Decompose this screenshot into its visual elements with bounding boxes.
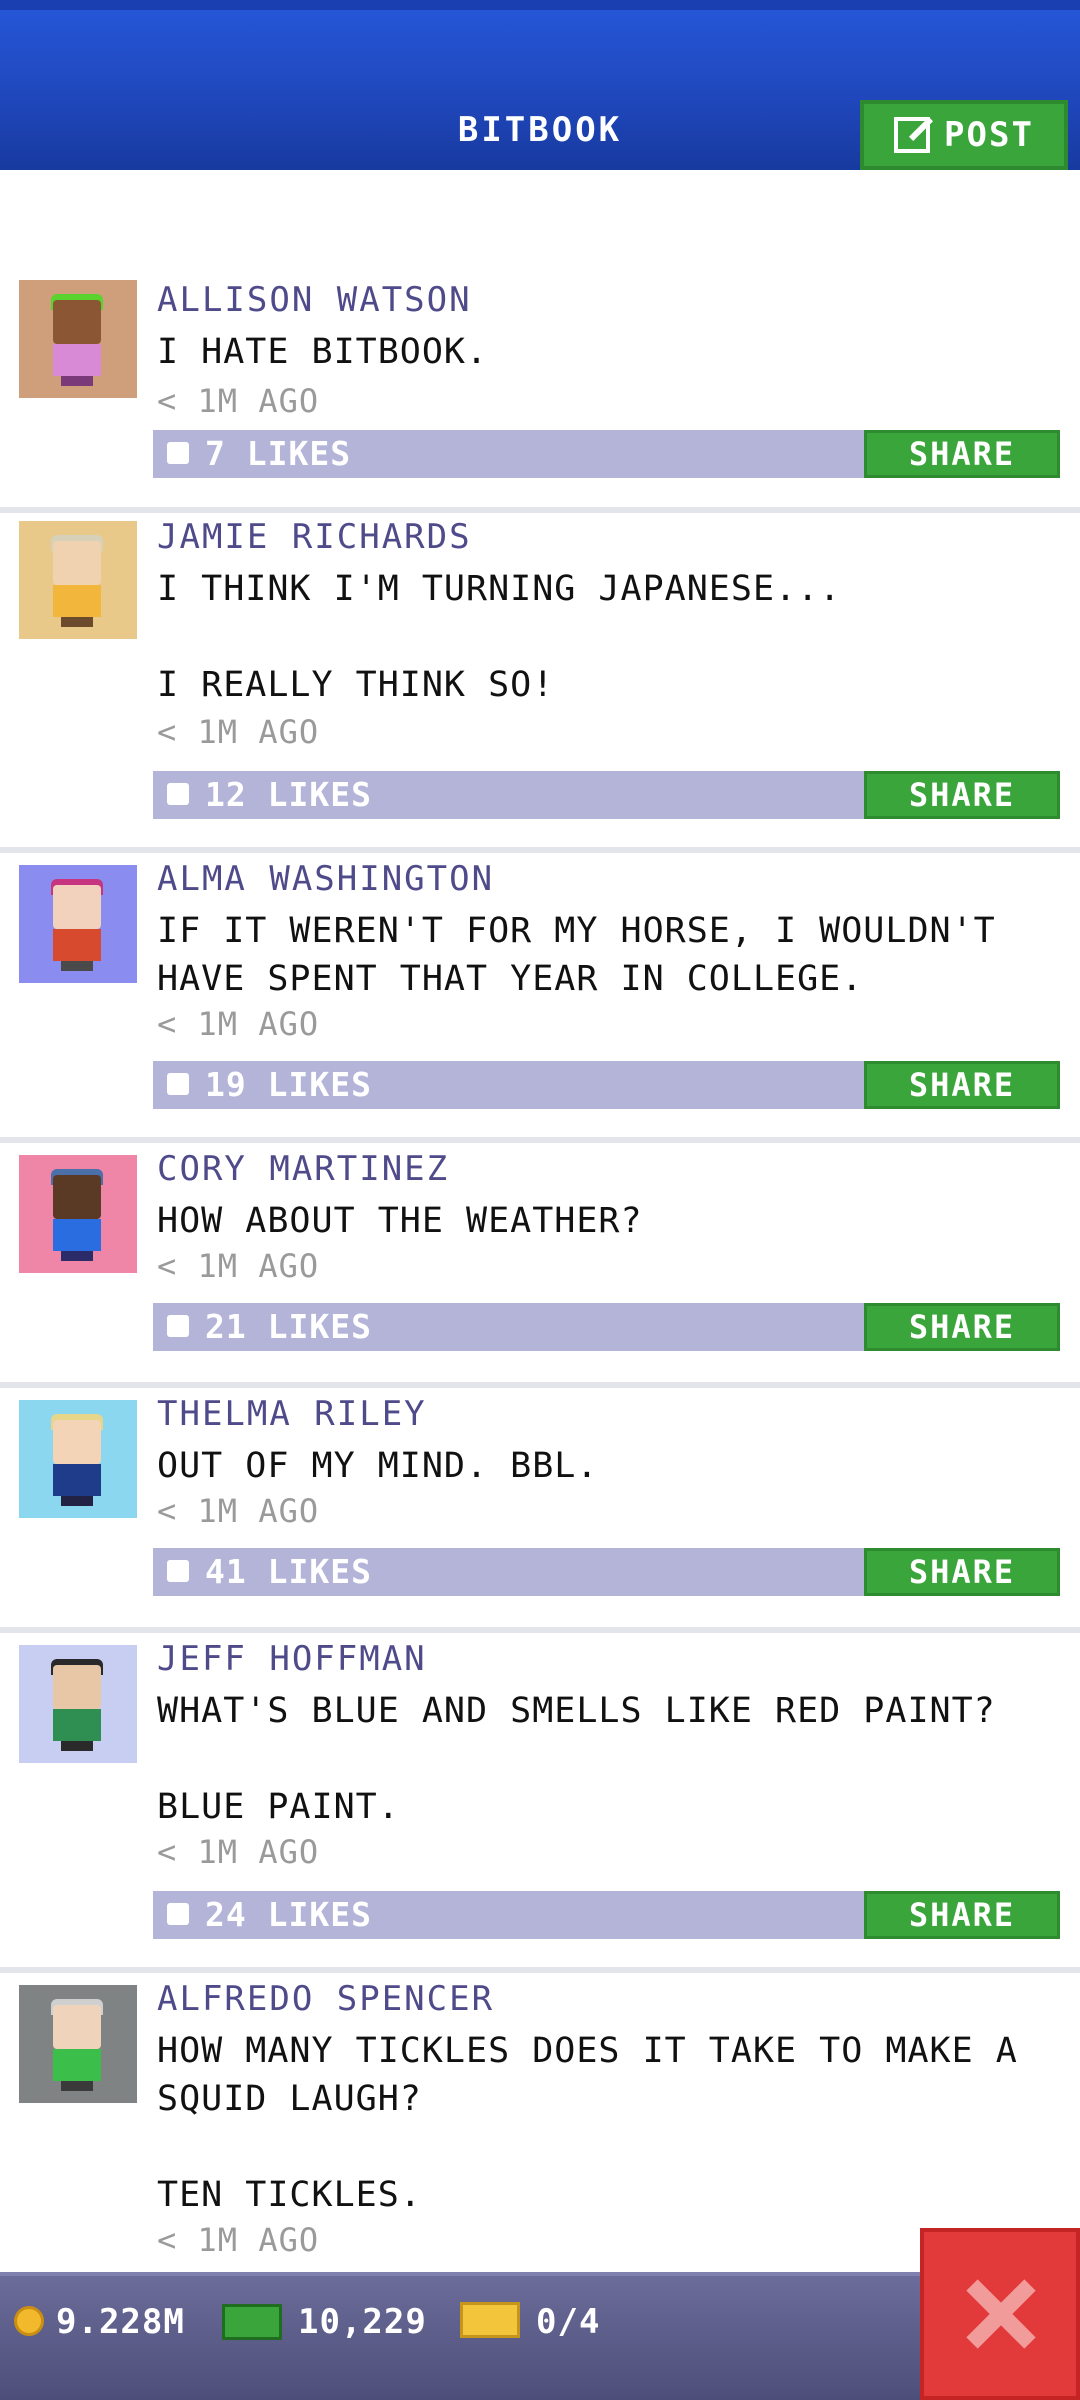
avatar [19,280,137,398]
share-button[interactable]: SHARE [864,430,1060,478]
post-author[interactable]: ALLISON WATSON [157,280,472,320]
feed-list[interactable]: ALLISON WATSON I HATE BITBOOK. < 1M AGO … [0,170,1080,2270]
thumbs-up-icon [167,1073,189,1095]
post-time: < 1M AGO [157,1247,320,1285]
feed-post: JEFF HOFFMAN WHAT'S BLUE AND SMELLS LIKE… [0,1633,1080,1973]
like-bar[interactable]: 7 LIKES SHARE [153,430,1060,478]
post-author[interactable]: ALMA WASHINGTON [157,859,494,899]
share-button[interactable]: SHARE [864,1891,1060,1939]
feed-post: THELMA RILEY OUT OF MY MIND. BBL. < 1M A… [0,1388,1080,1633]
post-author[interactable]: JAMIE RICHARDS [157,517,472,557]
like-count: 21 LIKES [205,1307,372,1346]
feed-post: JAMIE RICHARDS I THINK I'M TURNING JAPAN… [0,513,1080,853]
like-count: 12 LIKES [205,775,372,814]
post-author[interactable]: THELMA RILEY [157,1394,427,1434]
post-time: < 1M AGO [157,713,320,751]
avatar [19,1985,137,2103]
post-time: < 1M AGO [157,382,320,420]
post-time: < 1M AGO [157,2221,320,2259]
coins-count: 9.228M [56,2302,185,2342]
avatar [19,521,137,639]
post-author[interactable]: ALFREDO SPENCER [157,1979,494,2019]
share-button[interactable]: SHARE [864,1303,1060,1351]
post-author[interactable]: CORY MARTINEZ [157,1149,449,1189]
compose-icon [894,117,931,153]
avatar [19,1400,137,1518]
post-text: IF IT WEREN'T FOR MY HORSE, I WOULDN'T H… [157,911,996,999]
like-bar[interactable]: 24 LIKES SHARE [153,1891,1060,1939]
feed-post: ALMA WASHINGTON IF IT WEREN'T FOR MY HOR… [0,853,1080,1143]
post-time: < 1M AGO [157,1833,320,1871]
like-bar[interactable]: 21 LIKES SHARE [153,1303,1060,1351]
post-time: < 1M AGO [157,1005,320,1043]
like-count: 19 LIKES [205,1065,372,1104]
tickets-count: 0/4 [536,2302,601,2342]
thumbs-up-icon [167,783,189,805]
avatar [19,865,137,983]
post-time: < 1M AGO [157,1492,320,1530]
thumbs-up-icon [167,1315,189,1337]
post-button-label: POST [944,115,1034,155]
share-button[interactable]: SHARE [864,771,1060,819]
like-bar[interactable]: 41 LIKES SHARE [153,1548,1060,1596]
bottom-status-bar: 9.228M 10,229 0/4 [0,2272,1080,2400]
post-author[interactable]: JEFF HOFFMAN [157,1639,427,1679]
feed-post: CORY MARTINEZ HOW ABOUT THE WEATHER? < 1… [0,1143,1080,1388]
like-bar[interactable]: 19 LIKES SHARE [153,1061,1060,1109]
share-button[interactable]: SHARE [864,1548,1060,1596]
avatar [19,1645,137,1763]
close-icon [965,2279,1035,2349]
close-button[interactable] [920,2228,1080,2400]
feed-post: ALFREDO SPENCER HOW MANY TICKLES DOES IT… [0,1973,1080,2270]
like-count: 7 LIKES [205,434,352,473]
bux-icon [222,2304,282,2340]
thumbs-up-icon [167,1903,189,1925]
post-text: WHAT'S BLUE AND SMELLS LIKE RED PAINT? B… [157,1691,996,1827]
ticket-icon [460,2302,520,2338]
post-text: I HATE BITBOOK. [157,332,489,372]
post-button[interactable]: POST [860,100,1068,170]
share-button[interactable]: SHARE [864,1061,1060,1109]
like-count: 41 LIKES [205,1552,372,1591]
feed-post: ALLISON WATSON I HATE BITBOOK. < 1M AGO … [0,270,1080,513]
like-bar[interactable]: 12 LIKES SHARE [153,771,1060,819]
coin-icon [14,2306,44,2336]
thumbs-up-icon [167,442,189,464]
avatar [19,1155,137,1273]
app-header: BITBOOK POST [0,0,1080,170]
thumbs-up-icon [167,1560,189,1582]
post-text: HOW MANY TICKLES DOES IT TAKE TO MAKE A … [157,2031,1018,2215]
like-count: 24 LIKES [205,1895,372,1934]
bux-count: 10,229 [298,2302,427,2342]
post-text: I THINK I'M TURNING JAPANESE... I REALLY… [157,569,842,705]
post-text: HOW ABOUT THE WEATHER? [157,1201,643,1241]
post-text: OUT OF MY MIND. BBL. [157,1446,599,1486]
